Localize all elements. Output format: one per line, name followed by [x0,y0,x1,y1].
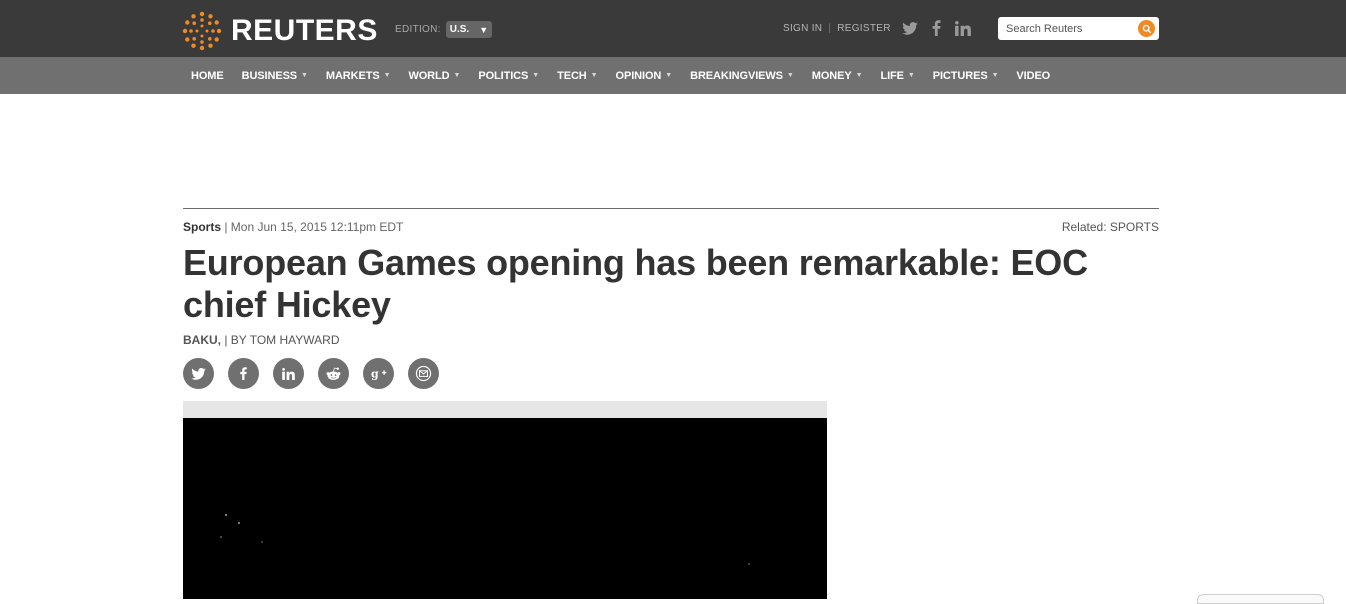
nav-item-label: MARKETS [325,69,380,82]
nav-item-label: VIDEO [1016,69,1051,82]
twitter-icon[interactable] [902,21,918,35]
edition-label: EDITION: [395,24,441,35]
share-google-plus-button[interactable]: g [363,358,394,389]
search-icon [1142,24,1151,33]
article: Sports | Mon Jun 15, 2015 12:11pm EDT Re… [183,208,1159,389]
email-icon [415,365,432,382]
chevron-down-icon: ▼ [301,72,308,79]
image-detail [220,536,222,538]
author-byline: | BY TOM HAYWARD [224,333,340,347]
nav-item-opinion[interactable]: OPINION ▼ [607,70,682,82]
section-link[interactable]: Sports [183,220,221,234]
main-navigation: HOME BUSINESS ▼ MARKETS ▼ WORLD ▼ POLITICS ▼ TECH… [0,57,1346,94]
share-buttons: g [183,358,1159,389]
share-facebook-button[interactable] [228,358,259,389]
related-link[interactable]: Related: SPORTS [1062,220,1159,234]
register-link[interactable]: REGISTER [837,23,891,34]
chevron-down-icon: ▼ [786,72,794,79]
nav-menu: HOME BUSINESS ▼ MARKETS ▼ WORLD ▼ POLITICS ▼ TECH… [182,57,1059,94]
facebook-icon [240,367,247,380]
reuters-logo-icon [182,11,222,51]
chevron-down-icon: ▼ [479,24,489,35]
nav-item-money[interactable]: MONEY ▼ [803,70,872,82]
facebook-icon[interactable] [932,20,941,36]
nav-item-pictures[interactable]: PICTURES ▼ [924,70,1008,82]
nav-item-markets[interactable]: MARKETS ▼ [317,70,400,82]
article-date: | Mon Jun 15, 2015 12:11pm EDT [224,220,404,234]
nav-item-breakingviews[interactable]: BREAKINGVIEWS ▼ [681,70,803,82]
nav-item-label: BUSINESS [241,69,298,82]
twitter-icon [191,367,206,380]
image-detail [748,563,750,565]
share-reddit-button[interactable] [318,358,349,389]
nav-item-business[interactable]: BUSINESS ▼ [233,70,317,82]
share-email-button[interactable] [408,358,439,389]
divider: | [828,23,832,34]
nav-item-politics[interactable]: POLITICS ▼ [469,70,548,82]
nav-item-label: OPINION [615,69,662,82]
image-detail [261,541,263,543]
nav-item-label: BREAKINGVIEWS [690,69,783,82]
article-media [183,401,827,599]
edition-value: U.S. [449,24,470,35]
search-input[interactable] [998,17,1133,40]
dateline-location: BAKU, [183,333,221,347]
brand-name: REUTERS [231,14,378,47]
search-button[interactable] [1138,20,1155,37]
linkedin-icon [282,367,295,380]
nav-item-label: WORLD [408,69,450,82]
nav-item-tech[interactable]: TECH ▼ [548,70,606,82]
image-detail [238,522,240,524]
sign-in-link[interactable]: SIGN IN [783,23,822,34]
edition-dropdown[interactable]: U.S. ▼ [445,21,493,38]
search-box [998,17,1159,40]
edition-selector: EDITION: U.S. ▼ [395,21,493,38]
nav-item-label: MONEY [811,69,852,82]
svg-text:g: g [371,367,379,380]
lead-image[interactable] [183,418,827,599]
nav-item-label: HOME [191,69,224,82]
google-plus-icon: g [371,367,386,380]
account-links: SIGN IN | REGISTER [783,23,891,34]
chevron-down-icon: ▼ [590,72,598,79]
article-meta: Sports | Mon Jun 15, 2015 12:11pm EDT Re… [183,220,1159,234]
reddit-icon [326,367,341,380]
image-detail [225,514,227,516]
divider [183,208,1159,209]
feedback-tab[interactable] [1197,594,1324,604]
linkedin-icon[interactable] [955,20,971,36]
nav-item-life[interactable]: LIFE ▼ [871,70,923,82]
article-headline: European Games opening has been remarkab… [183,242,1088,325]
nav-item-label: LIFE [880,69,904,82]
reuters-logo[interactable]: REUTERS [182,11,378,51]
nav-item-world[interactable]: WORLD ▼ [399,70,469,82]
chevron-down-icon: ▼ [907,72,915,79]
nav-item-label: TECH [557,69,587,82]
nav-item-video[interactable]: VIDEO [1007,70,1059,82]
chevron-down-icon: ▼ [855,72,863,79]
chevron-down-icon: ▼ [453,72,461,79]
share-twitter-button[interactable] [183,358,214,389]
nav-item-home[interactable]: HOME [182,70,233,82]
chevron-down-icon: ▼ [383,72,391,79]
header-social-links [902,20,985,36]
chevron-down-icon: ▼ [991,72,999,79]
top-bar: REUTERS EDITION: U.S. ▼ SIGN IN | REGIST… [0,0,1346,57]
nav-item-label: POLITICS [478,69,529,82]
byline: BAKU, | BY TOM HAYWARD [183,333,1159,347]
chevron-down-icon: ▼ [665,72,673,79]
share-linkedin-button[interactable] [273,358,304,389]
nav-item-label: PICTURES [932,69,988,82]
chevron-down-icon: ▼ [532,72,540,79]
